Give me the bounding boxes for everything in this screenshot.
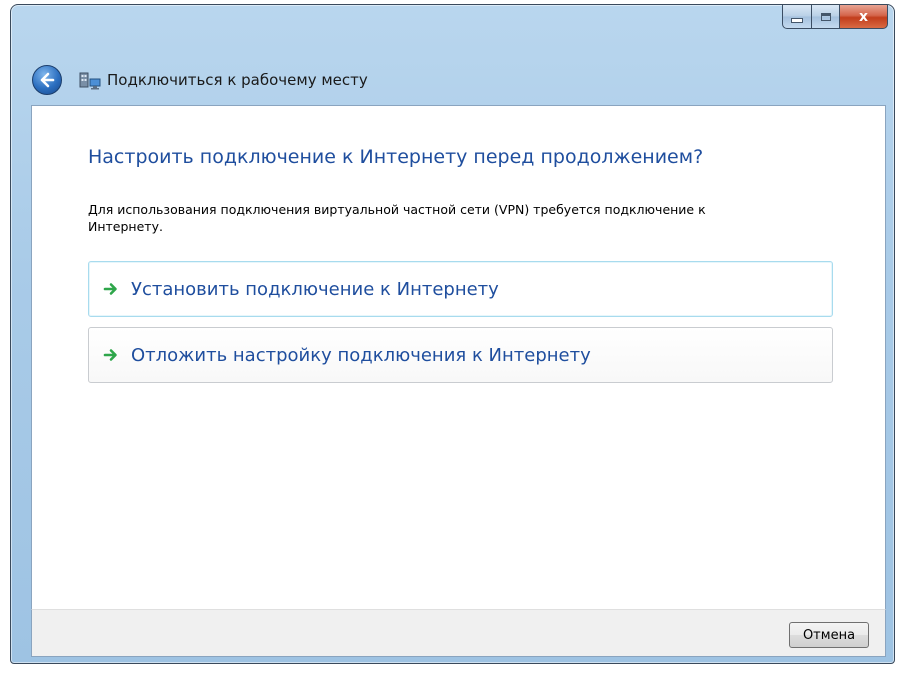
option-setup-connection[interactable]: Установить подключение к Интернету	[88, 261, 833, 317]
cancel-button[interactable]: Отмена	[789, 622, 869, 648]
dialog-footer: Отмена	[31, 609, 886, 657]
close-button[interactable]: x	[840, 5, 888, 29]
option-label: Отложить настройку подключения к Интерне…	[131, 344, 591, 366]
option-postpone-setup[interactable]: Отложить настройку подключения к Интерне…	[88, 327, 833, 383]
page-heading: Настроить подключение к Интернету перед …	[88, 146, 704, 168]
network-workplace-icon	[79, 72, 101, 90]
window-title: Подключиться к рабочему месту	[107, 71, 368, 89]
minimize-icon	[791, 18, 803, 23]
close-icon: x	[858, 8, 869, 25]
minimize-button[interactable]	[782, 5, 812, 29]
green-arrow-icon	[101, 345, 121, 365]
dialog-window: x Подключиться к рабочему месту Настроит…	[10, 4, 895, 664]
content-area: Настроить подключение к Интернету перед …	[31, 105, 886, 609]
option-label: Установить подключение к Интернету	[131, 278, 499, 300]
maximize-icon	[820, 12, 831, 21]
description-text: Для использования подключения виртуально…	[88, 202, 706, 234]
caption-buttons: x	[782, 5, 888, 31]
back-button[interactable]	[32, 65, 62, 95]
title-bar[interactable]: x Подключиться к рабочему месту	[11, 5, 894, 105]
back-arrow-icon	[40, 72, 55, 88]
green-arrow-icon	[101, 279, 121, 299]
maximize-button[interactable]	[812, 5, 840, 29]
